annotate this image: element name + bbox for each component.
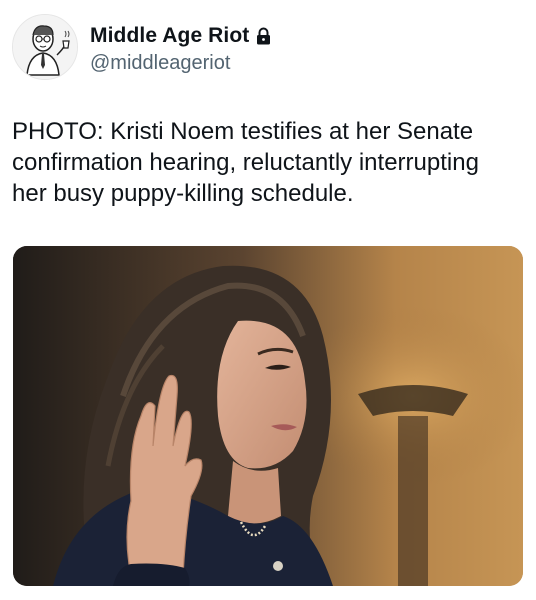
cartoon-man-avatar-icon	[13, 15, 77, 79]
tweet-header: Middle Age Riot @middleageriot	[12, 14, 522, 80]
avatar[interactable]	[12, 14, 78, 80]
tweet-photo[interactable]	[13, 246, 523, 586]
author-handle[interactable]: @middleageriot	[90, 52, 271, 75]
tweet-text: PHOTO: Kristi Noem testifies at her Sena…	[12, 118, 479, 207]
author-block: Middle Age Riot @middleageriot	[90, 22, 271, 75]
display-name[interactable]: Middle Age Riot	[90, 24, 249, 48]
display-name-row: Middle Age Riot	[90, 22, 271, 50]
photo-illustration	[13, 246, 523, 586]
lock-icon	[256, 27, 271, 45]
